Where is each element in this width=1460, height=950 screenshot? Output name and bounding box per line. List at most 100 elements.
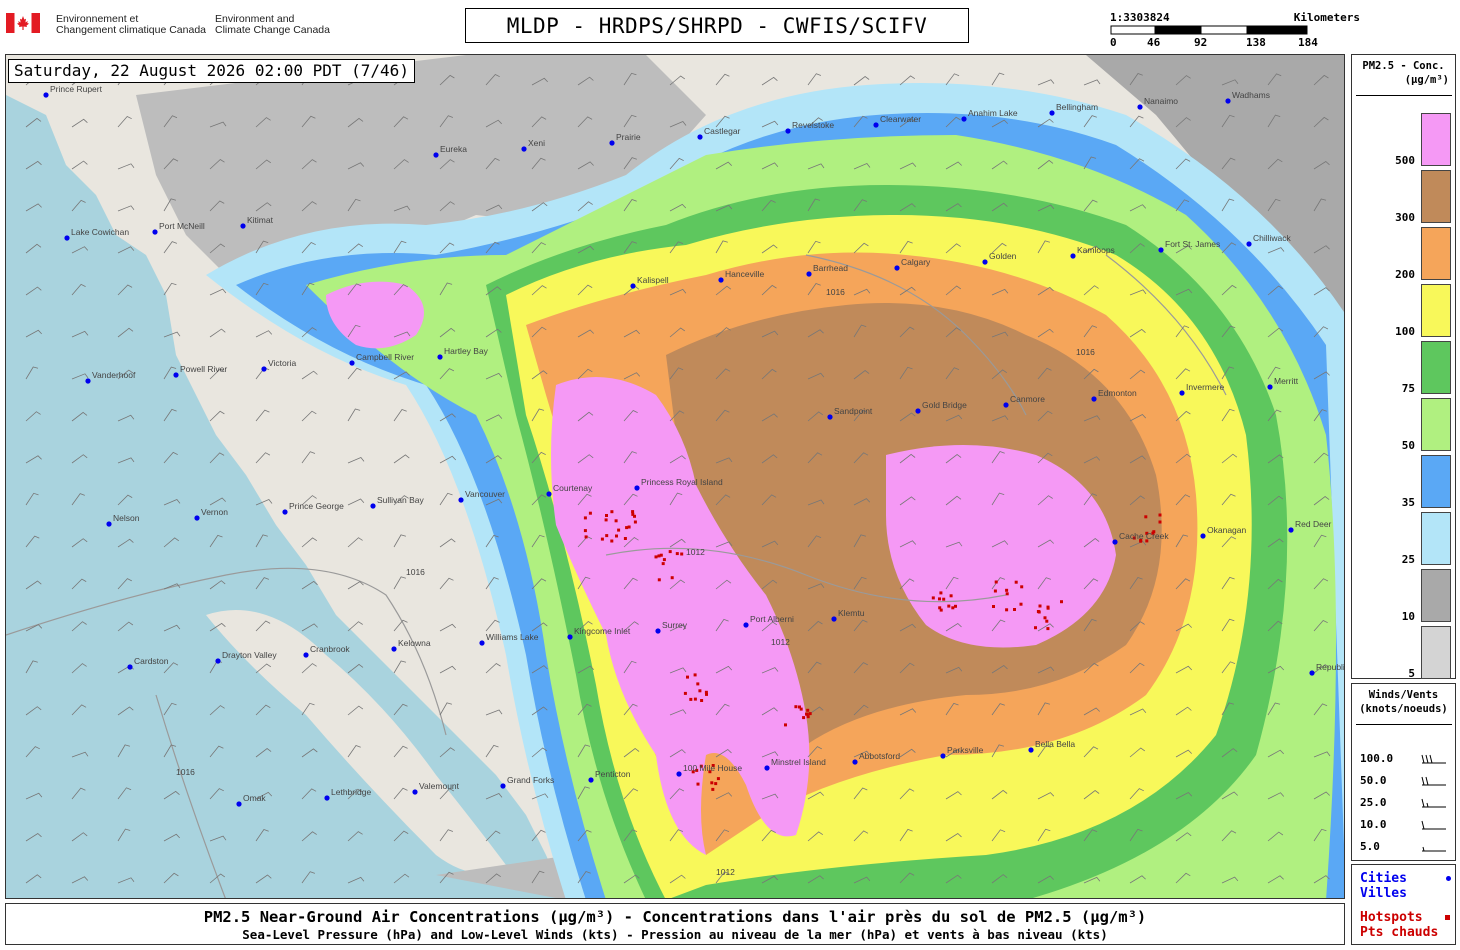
city-marker[interactable] <box>303 652 309 658</box>
city-marker[interactable] <box>1225 98 1231 104</box>
city-marker[interactable] <box>630 283 636 289</box>
city-label: Minstrel Island <box>771 757 826 767</box>
wind-legend-title: Winds/Vents <box>1368 689 1439 701</box>
pm-legend-title: PM2.5 - Conc. <box>1362 60 1445 72</box>
city-marker[interactable] <box>261 366 267 372</box>
hotspot-marker <box>942 597 946 601</box>
scale-tick-138: 138 <box>1246 36 1266 49</box>
city-marker[interactable] <box>240 223 246 229</box>
pm-legend-swatch <box>1421 398 1451 451</box>
city-marker[interactable] <box>43 92 49 98</box>
city-marker[interactable] <box>1028 747 1034 753</box>
city-marker[interactable] <box>697 134 703 140</box>
city-marker[interactable] <box>1288 527 1294 533</box>
city-marker[interactable] <box>894 265 900 271</box>
city-marker[interactable] <box>940 753 946 759</box>
city-label: Hanceville <box>725 269 764 279</box>
city-marker[interactable] <box>1158 247 1164 253</box>
city-marker[interactable] <box>546 491 552 497</box>
city-label: Edmonton <box>1098 388 1137 398</box>
city-label: Golden <box>989 251 1017 261</box>
city-marker[interactable] <box>127 664 133 670</box>
city-label: Kelowna <box>398 638 431 648</box>
city-label: Revelstoke <box>792 120 834 130</box>
city-marker[interactable] <box>500 783 506 789</box>
city-marker[interactable] <box>1049 110 1055 116</box>
city-marker[interactable] <box>1309 670 1315 676</box>
city-marker[interactable] <box>521 146 527 152</box>
city-marker[interactable] <box>961 116 967 122</box>
city-marker[interactable] <box>785 128 791 134</box>
city-marker[interactable] <box>764 765 770 771</box>
dept-name-en: Environment and Climate Change Canada <box>215 13 330 36</box>
city-label: Port Alberni <box>750 614 794 624</box>
city-label: Wadhams <box>1232 90 1270 100</box>
hotspot-marker <box>604 518 608 522</box>
city-marker[interactable] <box>873 122 879 128</box>
city-marker[interactable] <box>433 152 439 158</box>
city-marker[interactable] <box>370 503 376 509</box>
pm-legend-label: 5 <box>1408 667 1415 680</box>
city-marker[interactable] <box>85 378 91 384</box>
city-marker[interactable] <box>437 354 443 360</box>
city-marker[interactable] <box>106 521 112 527</box>
city-marker[interactable] <box>609 140 615 146</box>
city-marker[interactable] <box>194 515 200 521</box>
city-marker[interactable] <box>588 777 594 783</box>
city-marker[interactable] <box>458 497 464 503</box>
scale-unit: Kilometers <box>1293 11 1360 24</box>
hotspot-marker <box>716 777 720 781</box>
city-marker[interactable] <box>831 616 837 622</box>
city-label: 100 Mile House <box>683 763 742 773</box>
wind-barb-icon <box>1421 798 1446 808</box>
city-marker[interactable] <box>215 658 221 664</box>
hotspot-marker <box>704 690 708 694</box>
city-marker[interactable] <box>982 259 988 265</box>
city-marker[interactable] <box>915 408 921 414</box>
city-marker[interactable] <box>1091 396 1097 402</box>
pm-legend-label: 10 <box>1401 610 1415 623</box>
city-marker[interactable] <box>173 372 179 378</box>
hotspot-marker <box>668 550 672 554</box>
city-marker[interactable] <box>282 509 288 515</box>
pm-legend-swatch <box>1421 626 1451 679</box>
hotspot-marker <box>610 510 614 514</box>
city-marker[interactable] <box>827 414 833 420</box>
pm-legend-swatch <box>1421 455 1451 508</box>
city-marker[interactable] <box>1200 533 1206 539</box>
city-marker[interactable] <box>806 271 812 277</box>
city-marker[interactable] <box>479 640 485 646</box>
hotspot-marker <box>1060 600 1063 604</box>
city-marker[interactable] <box>718 277 724 283</box>
city-marker[interactable] <box>1179 390 1185 396</box>
city-marker[interactable] <box>1267 384 1273 390</box>
map-panel[interactable]: 1016 1012 1016 1016 1012 1016 1012 Princ… <box>5 54 1345 899</box>
city-marker[interactable] <box>634 485 640 491</box>
city-label: Republic <box>1316 662 1345 672</box>
city-marker[interactable] <box>743 622 749 628</box>
city-label: Okanagan <box>1207 525 1246 535</box>
city-marker[interactable] <box>676 771 682 777</box>
city-marker[interactable] <box>324 795 330 801</box>
city-marker[interactable] <box>1112 539 1118 545</box>
city-marker[interactable] <box>391 646 397 652</box>
city-label: Powell River <box>180 364 227 374</box>
city-marker[interactable] <box>852 759 858 765</box>
city-label: Cache Creek <box>1119 531 1169 541</box>
city-marker[interactable] <box>412 789 418 795</box>
city-marker[interactable] <box>655 628 661 634</box>
city-label: Xeni <box>528 138 545 148</box>
city-marker[interactable] <box>1246 241 1252 247</box>
forecast-timestamp: Saturday, 22 August 2026 02:00 PDT (7/46… <box>8 59 415 83</box>
city-marker[interactable] <box>1137 104 1143 110</box>
city-marker[interactable] <box>152 229 158 235</box>
pm-legend-swatch <box>1421 569 1451 622</box>
hotspot-marker <box>615 534 618 538</box>
city-marker[interactable] <box>1003 402 1009 408</box>
city-marker[interactable] <box>1070 253 1076 259</box>
city-marker[interactable] <box>236 801 242 807</box>
city-marker[interactable] <box>349 360 355 366</box>
city-marker[interactable] <box>567 634 573 640</box>
hotspot-marker <box>994 580 998 584</box>
city-marker[interactable] <box>64 235 70 241</box>
